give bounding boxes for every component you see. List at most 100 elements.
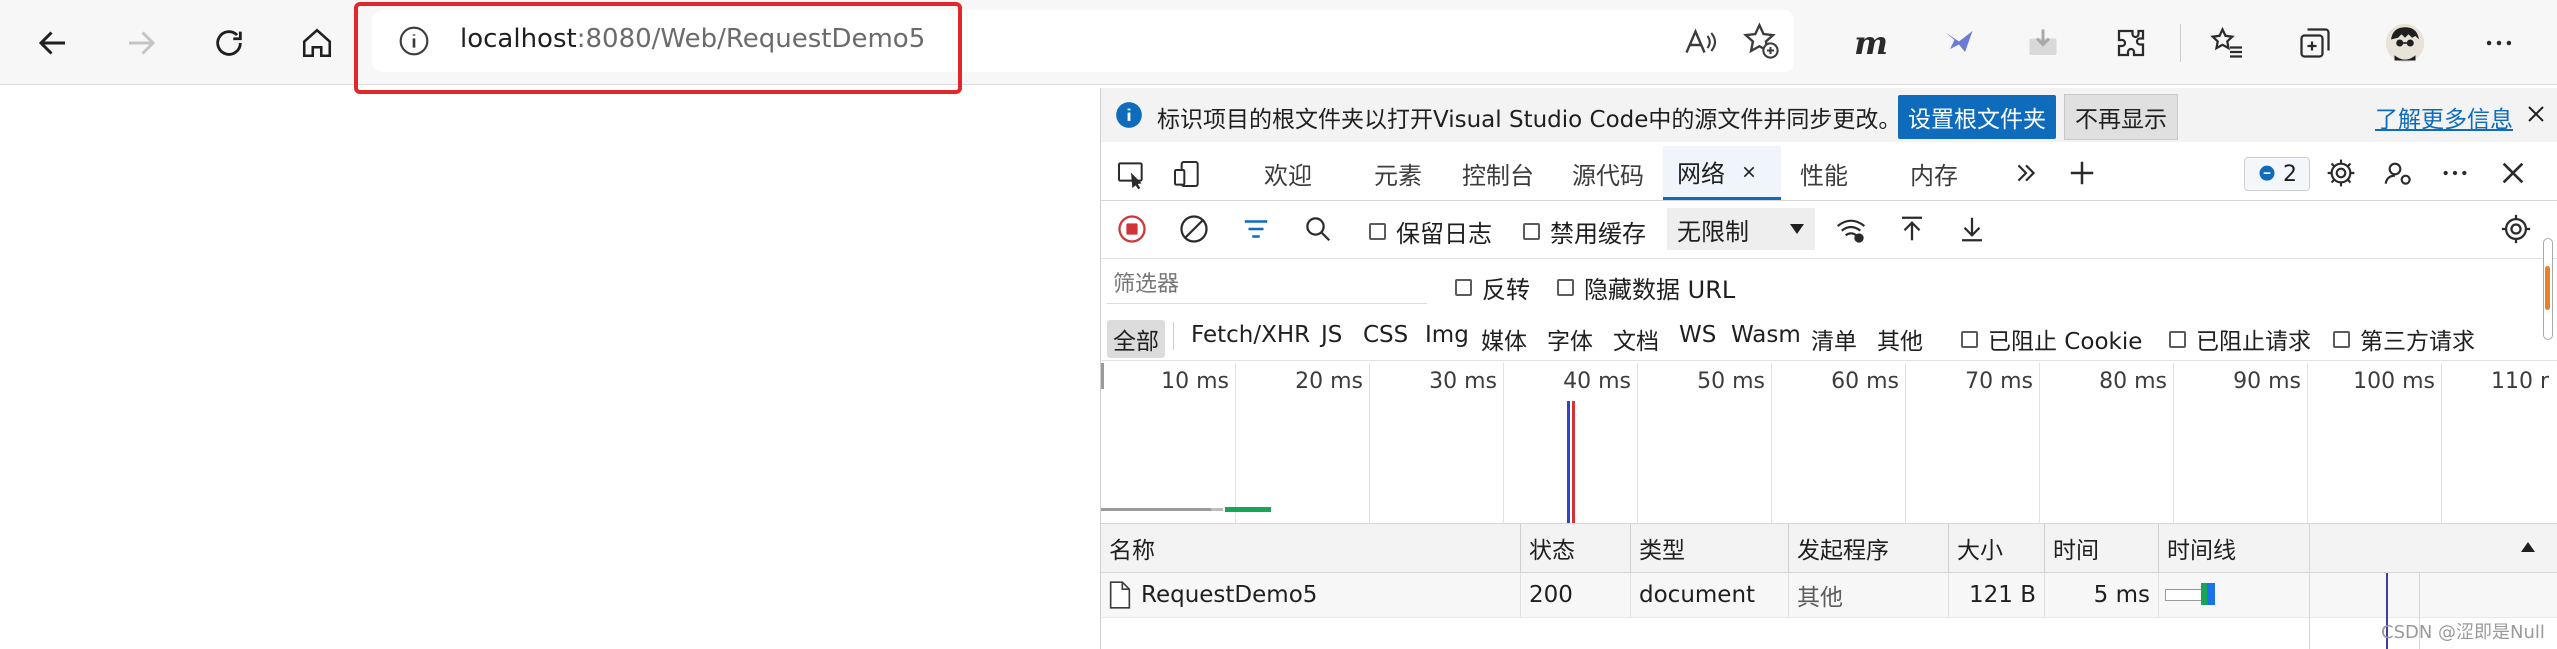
type-all[interactable]: 全部	[1107, 320, 1165, 358]
type-wasm[interactable]: Wasm	[1725, 320, 1807, 350]
read-aloud-icon[interactable]	[1682, 24, 1718, 60]
devtools-more-icon[interactable]	[2439, 157, 2471, 189]
col-waterfall[interactable]: 时间线	[2159, 524, 2557, 572]
home-button[interactable]	[292, 18, 342, 68]
request-initiator: 其他	[1797, 585, 1843, 611]
throttling-select[interactable]: 无限制	[1667, 208, 1815, 250]
search-icon[interactable]	[1303, 214, 1333, 244]
toolbar-divider	[2180, 24, 2181, 62]
col-type[interactable]: 类型	[1631, 524, 1789, 572]
device-emulation-icon[interactable]	[1171, 158, 1203, 190]
tab-welcome[interactable]: 欢迎	[1243, 146, 1333, 200]
inspect-element-icon[interactable]	[1115, 158, 1147, 190]
set-root-folder-button[interactable]: 设置根文件夹	[1898, 95, 2056, 139]
type-img[interactable]: Img	[1419, 320, 1475, 350]
col-waterfall-label: 时间线	[2167, 538, 2236, 564]
type-fetch-xhr[interactable]: Fetch/XHR	[1185, 320, 1316, 350]
issues-badge[interactable]: 2	[2244, 157, 2310, 191]
extension-bird-icon[interactable]	[1936, 20, 1982, 66]
tab-sources[interactable]: 源代码	[1563, 146, 1653, 200]
filter-input[interactable]: 筛选器	[1107, 266, 1427, 304]
invert-label: 反转	[1482, 276, 1530, 304]
avatar[interactable]	[2382, 20, 2428, 66]
devtools-close-icon[interactable]	[2497, 157, 2529, 189]
type-media[interactable]: 媒体	[1475, 320, 1533, 358]
disable-cache-checkbox[interactable]	[1523, 223, 1540, 240]
col-initiator[interactable]: 发起程序	[1789, 524, 1949, 572]
forward-button[interactable]	[116, 18, 166, 68]
tick-line	[1905, 363, 1906, 523]
grid-line	[2309, 524, 2310, 649]
preserve-log-toggle[interactable]: 保留日志	[1369, 214, 1492, 249]
network-settings-gear-icon[interactable]	[2499, 212, 2533, 246]
dont-show-again-button[interactable]: 不再显示	[2064, 94, 2178, 140]
collections-icon[interactable]	[2292, 20, 2338, 66]
tab-performance[interactable]: 性能	[1789, 146, 1859, 200]
blocked-requests-toggle[interactable]: 已阻止请求	[2169, 322, 2311, 356]
info-circle-icon	[1115, 101, 1143, 129]
more-tabs-chevron-icon[interactable]	[2013, 160, 2039, 186]
infobar-close-icon[interactable]	[2524, 102, 2548, 126]
third-party-toggle[interactable]: 第三方请求	[2333, 322, 2475, 356]
tab-memory[interactable]: 内存	[1899, 146, 1969, 200]
col-name[interactable]: 名称	[1101, 524, 1521, 572]
filter-row: 筛选器 反转 隐藏数据 URL	[1101, 258, 2557, 310]
blocked-cookies-checkbox[interactable]	[1961, 330, 1978, 348]
connection-profile-icon[interactable]	[2383, 157, 2415, 189]
favorites-icon[interactable]	[2204, 20, 2250, 66]
network-overview[interactable]: 10 ms 20 ms 30 ms 40 ms 50 ms 60 ms 70 m…	[1101, 363, 2557, 524]
document-icon	[1109, 581, 1131, 609]
hide-data-url-toggle[interactable]: 隐藏数据 URL	[1557, 270, 1735, 305]
col-size[interactable]: 大小	[1949, 524, 2045, 572]
type-css[interactable]: CSS	[1357, 320, 1414, 350]
col-size-label: 大小	[1957, 538, 2003, 564]
hide-data-url-label: 隐藏数据 URL	[1584, 276, 1736, 304]
filter-funnel-icon[interactable]	[1241, 214, 1271, 244]
learn-more-link[interactable]: 了解更多信息	[2375, 100, 2513, 134]
refresh-button[interactable]	[204, 18, 254, 68]
devtools-panel: 标识项目的根文件夹以打开Visual Studio Code中的源文件并同步更改…	[1100, 88, 2557, 649]
type-font[interactable]: 字体	[1541, 320, 1599, 358]
blocked-requests-checkbox[interactable]	[2169, 330, 2186, 348]
preserve-log-checkbox[interactable]	[1369, 223, 1386, 240]
cell-waterfall	[2159, 573, 2557, 617]
add-tab-plus-icon[interactable]	[2067, 158, 2097, 188]
disable-cache-toggle[interactable]: 禁用缓存	[1523, 214, 1646, 249]
type-doc[interactable]: 文档	[1607, 320, 1665, 358]
type-ws[interactable]: WS	[1673, 320, 1722, 350]
more-menu-icon[interactable]	[2476, 20, 2522, 66]
import-har-icon[interactable]	[1897, 214, 1927, 244]
tick-label: 110 r	[2490, 369, 2549, 394]
export-har-icon[interactable]	[1957, 214, 1987, 244]
hide-data-url-checkbox[interactable]	[1557, 279, 1574, 296]
type-js[interactable]: JS	[1315, 320, 1348, 350]
add-favorite-icon[interactable]	[1742, 22, 1780, 60]
extensions-puzzle-icon[interactable]	[2108, 20, 2154, 66]
overview-queue-bar	[1211, 508, 1223, 511]
network-conditions-icon[interactable]	[1835, 214, 1867, 246]
overview-left-handle[interactable]	[1101, 363, 1104, 389]
table-row[interactable]: RequestDemo5 200 document 其他 121 B 5 ms	[1101, 573, 2557, 618]
extension-m-icon[interactable]: m	[1848, 20, 1894, 66]
tick-line	[2039, 363, 2040, 523]
record-stop-icon[interactable]	[1117, 214, 1147, 244]
extension-download-icon[interactable]	[2020, 20, 2066, 66]
type-other[interactable]: 其他	[1871, 320, 1929, 358]
col-time[interactable]: 时间	[2045, 524, 2159, 572]
chevron-down-icon	[1790, 224, 1804, 234]
cell-type: document	[1631, 573, 1789, 617]
clear-icon[interactable]	[1179, 214, 1209, 244]
third-party-checkbox[interactable]	[2333, 330, 2350, 348]
invert-toggle[interactable]: 反转	[1455, 270, 1530, 305]
type-manifest[interactable]: 清单	[1805, 320, 1863, 358]
blocked-cookies-toggle[interactable]: 已阻止 Cookie	[1961, 322, 2142, 356]
tick-line	[2441, 363, 2442, 523]
back-button[interactable]	[28, 18, 78, 68]
settings-gear-icon[interactable]	[2325, 157, 2357, 189]
tab-elements[interactable]: 元素	[1363, 146, 1433, 200]
tab-console[interactable]: 控制台	[1453, 146, 1543, 200]
cell-name[interactable]: RequestDemo5	[1101, 573, 1521, 617]
tab-network[interactable]: 网络	[1663, 146, 1781, 200]
col-status[interactable]: 状态	[1521, 524, 1631, 572]
invert-checkbox[interactable]	[1455, 279, 1472, 296]
